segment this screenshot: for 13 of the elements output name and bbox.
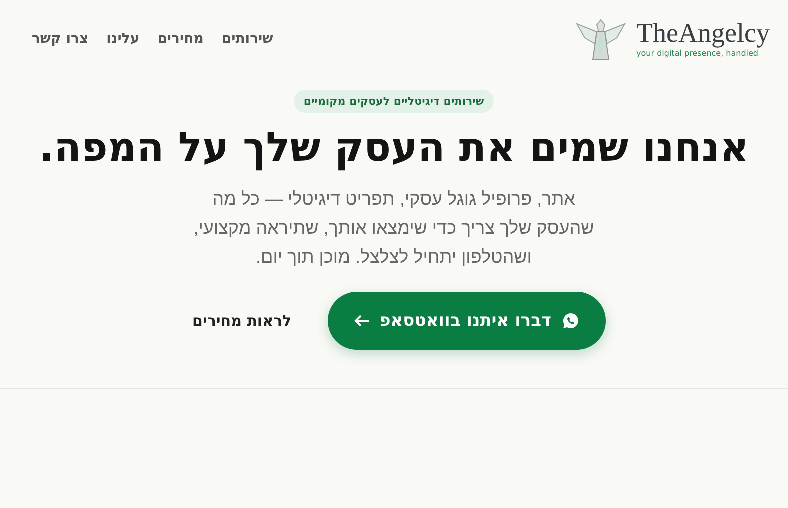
hero-title: אנחנו שמים את העסק שלך על המפה. <box>38 125 750 171</box>
arrow-left-icon <box>354 314 370 328</box>
nav-link[interactable]: צרו קשר <box>32 31 89 47</box>
nav-link[interactable]: מחירים <box>158 31 204 47</box>
hero-description: אתר, פרופיל גוגל עסקי, תפריט דיגיטלי — כל מה שהעסק שלך צריך כדי שימצאו אותך, שתיראה מקצועי, ושהטלפון יתחיל לצלצל. מוכן תוך יום. <box>192 188 596 269</box>
nav-link[interactable]: עלינו <box>106 31 140 47</box>
whatsapp-icon <box>562 312 580 330</box>
brand-tagline: your digital presence, handled <box>636 49 760 58</box>
category-badge: שירותים דיגיטליים לעסקים מקומיים <box>294 90 494 113</box>
brand-name[interactable]: TheAngelcy <box>636 20 770 47</box>
pricing-link[interactable]: לראות מחירים <box>182 312 302 330</box>
whatsapp-button[interactable]: דברו איתנו בוואטסאפ <box>328 292 606 350</box>
nav-link[interactable]: שירותים <box>222 31 274 47</box>
